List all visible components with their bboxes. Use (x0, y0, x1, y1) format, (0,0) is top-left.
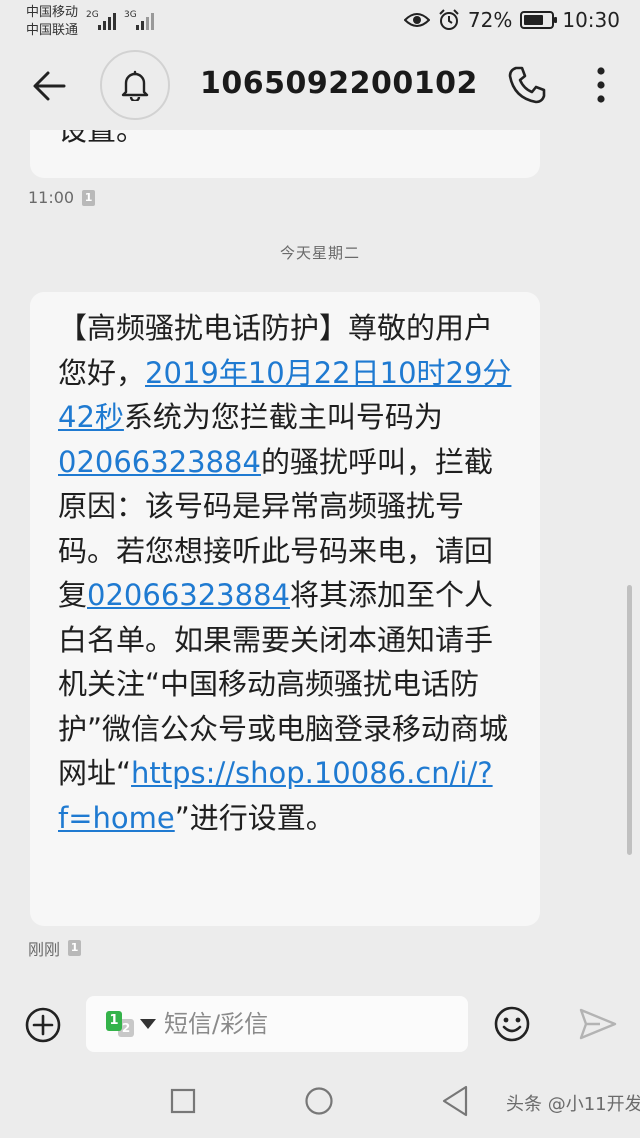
message-list[interactable]: 设置。 11:00 1 今天星期二 【高频骚扰电话防护】尊敬的用户您好，2019… (0, 130, 640, 980)
carrier-2: 中国联通 (26, 23, 79, 38)
system-nav-bar: 头条 @小11开发 (0, 1066, 640, 1138)
message-input-box[interactable]: 2 1 (86, 996, 468, 1052)
contact-number: 1065092200102 (200, 66, 478, 101)
status-bar: 中国移动 中国联通 2G 3G 72% 10:30 (0, 0, 640, 44)
message-meta-latest: 刚刚 1 (28, 936, 82, 960)
bell-icon (121, 70, 149, 101)
clock-time: 10:30 (562, 8, 620, 32)
signal-bars-1-icon (98, 12, 116, 30)
date-divider: 今天星期二 (279, 244, 360, 262)
arrow-left-icon[interactable] (30, 66, 70, 106)
more-vertical-icon[interactable] (586, 64, 616, 106)
plus-circle-icon[interactable] (24, 1006, 62, 1044)
watermark-text: 头条 @小11开发 (506, 1094, 640, 1115)
alarm-icon (439, 9, 459, 30)
network-type-1: 2G (86, 10, 99, 20)
message-text: 设置。 (58, 130, 146, 147)
chevron-down-icon (140, 1019, 156, 1029)
message-composer: 2 1 (0, 980, 640, 1066)
signal-bars-2-icon (136, 12, 154, 30)
battery-percent: 72% (467, 8, 513, 32)
dual-sim-icon: 2 1 (106, 1011, 136, 1037)
sim-card-icon: 1 (68, 940, 82, 956)
home-icon[interactable] (304, 1086, 334, 1116)
sim-card-icon: 1 (82, 189, 96, 206)
phone-icon[interactable] (506, 64, 548, 106)
smiley-icon[interactable] (492, 1004, 532, 1044)
recent-apps-icon[interactable] (170, 1088, 196, 1114)
phone-number-link[interactable]: 02066323884 (58, 445, 261, 479)
scrollbar[interactable] (627, 585, 632, 855)
message-text-part: ”进行设置。 (174, 800, 335, 835)
sms-conversation-screen: 中国移动 中国联通 2G 3G 72% 10:30 1065092200102 … (0, 0, 640, 1138)
message-time: 刚刚 (28, 940, 61, 959)
message-text-part: 系统为您拦截主叫号码为 (123, 400, 443, 434)
message-bubble-latest[interactable]: 【高频骚扰电话防护】尊敬的用户您好，2019年10月22日10时29分42秒系统… (30, 292, 540, 926)
carrier-labels: 中国移动 中国联通 (26, 4, 78, 40)
network-type-2: 3G (124, 10, 137, 20)
message-meta-previous: 11:00 1 (28, 188, 96, 207)
sim-primary: 1 (106, 1011, 122, 1031)
conversation-header: 1065092200102 (0, 44, 640, 130)
notification-toggle-button[interactable] (100, 50, 170, 120)
eye-icon (403, 13, 430, 27)
send-icon[interactable] (578, 1006, 618, 1042)
message-input[interactable] (162, 1009, 416, 1039)
status-right: 72% 10:30 (403, 8, 620, 32)
carrier-1: 中国移动 (26, 5, 79, 20)
nav-back-icon[interactable] (440, 1084, 470, 1118)
message-bubble-previous[interactable]: 设置。 (30, 130, 540, 178)
message-time: 11:00 (28, 188, 75, 207)
battery-icon (520, 11, 558, 29)
sim-selector[interactable]: 2 1 (106, 1011, 156, 1037)
phone-number-link-reply[interactable]: 02066323884 (87, 578, 290, 612)
